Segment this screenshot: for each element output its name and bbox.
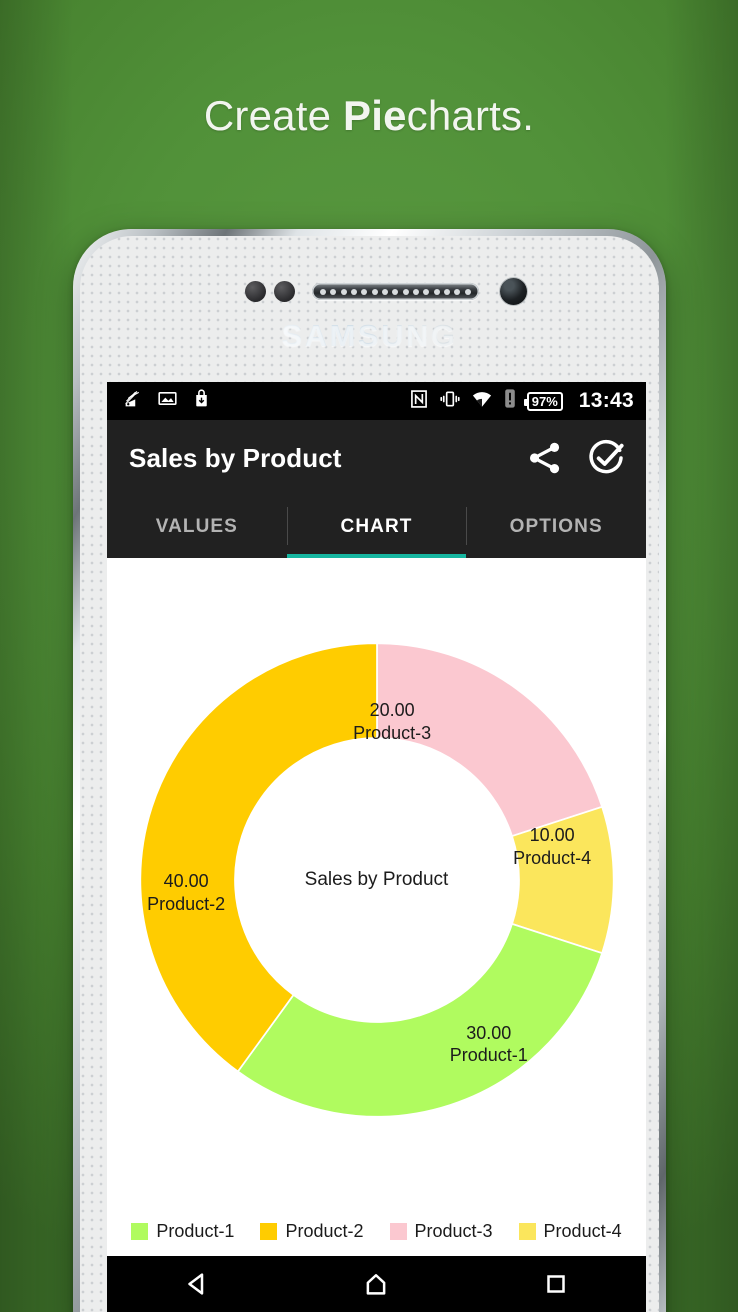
brand-logo: SAMSUNG <box>80 318 659 354</box>
chart-legend: Product-1 Product-2 Product-3 Product-4 <box>107 1221 646 1242</box>
legend-label: Product-2 <box>285 1221 364 1241</box>
earpiece-speaker <box>312 283 479 300</box>
vibrate-icon <box>439 389 461 414</box>
sim-card-icon <box>503 388 517 414</box>
app-install-icon <box>191 388 212 414</box>
light-sensor-icon <box>274 281 295 302</box>
status-bar-left-icons <box>123 388 212 414</box>
check-circle-edit-icon[interactable] <box>586 438 626 478</box>
back-triangle-icon[interactable] <box>182 1269 212 1299</box>
tab-values[interactable]: VALUES <box>107 496 287 558</box>
chart-canvas: 20.00 Product-3 10.00 Product-4 30.00 Pr… <box>107 558 646 1256</box>
donut-slice-product-1[interactable] <box>236 922 603 1118</box>
status-bar: 97% 13:43 <box>107 382 646 420</box>
tab-values-label: VALUES <box>155 516 238 537</box>
donut-center-label: Sales by Product <box>304 869 449 890</box>
color-palette-icon <box>123 388 144 414</box>
image-icon <box>157 388 178 414</box>
home-icon[interactable] <box>361 1269 391 1299</box>
wifi-icon <box>471 389 493 414</box>
nfc-icon <box>409 389 429 414</box>
phone-device: SAMSUNG 97% 13:43 Sales by Product VALUE… <box>73 229 666 1312</box>
tab-options[interactable]: OPTIONS <box>466 496 646 558</box>
status-bar-clock: 13:43 <box>578 389 634 412</box>
recents-square-icon[interactable] <box>541 1269 571 1299</box>
legend-label: Product-3 <box>414 1221 493 1241</box>
headline-suffix: charts. <box>406 92 535 139</box>
app-bar-actions <box>526 438 626 478</box>
phone-bottom-bezel <box>80 1304 659 1312</box>
donut-slice-product-3[interactable] <box>375 642 603 838</box>
tab-options-label: OPTIONS <box>509 516 603 537</box>
status-bar-right-icons: 97% 13:43 <box>409 388 634 414</box>
app-bar: Sales by Product <box>107 420 646 496</box>
battery-indicator: 97% <box>523 391 563 411</box>
legend-swatch-icon <box>260 1223 278 1240</box>
battery-percent-label: 97% <box>531 393 558 409</box>
tab-bar: VALUES CHART OPTIONS <box>107 496 646 558</box>
front-camera-icon <box>500 278 527 305</box>
legend-swatch-icon <box>131 1223 149 1240</box>
legend-item-product-1[interactable]: Product-1 <box>131 1221 234 1242</box>
donut-chart: 20.00 Product-3 10.00 Product-4 30.00 Pr… <box>133 636 621 1124</box>
proximity-sensor-icon <box>245 281 266 302</box>
legend-item-product-4[interactable]: Product-4 <box>518 1221 622 1242</box>
phone-front-panel: SAMSUNG 97% 13:43 Sales by Product VALUE… <box>80 236 659 1312</box>
headline-prefix: Create <box>203 92 344 139</box>
tab-chart[interactable]: CHART <box>286 496 467 558</box>
page-title: Sales by Product <box>129 442 342 473</box>
tab-chart-label: CHART <box>340 516 413 537</box>
legend-item-product-3[interactable]: Product-3 <box>389 1221 493 1242</box>
phone-screen: 97% 13:43 Sales by Product VALUES CHART … <box>107 382 646 1312</box>
legend-label: Product-1 <box>156 1221 235 1241</box>
share-icon[interactable] <box>526 439 564 477</box>
legend-label: Product-4 <box>543 1221 622 1241</box>
promo-headline: Create Piecharts. <box>0 92 738 140</box>
headline-bold: Pie <box>343 92 407 139</box>
legend-swatch-icon <box>389 1223 407 1240</box>
donut-slice-product-2[interactable] <box>139 642 378 1073</box>
legend-swatch-icon <box>518 1223 536 1240</box>
legend-item-product-2[interactable]: Product-2 <box>260 1221 364 1242</box>
